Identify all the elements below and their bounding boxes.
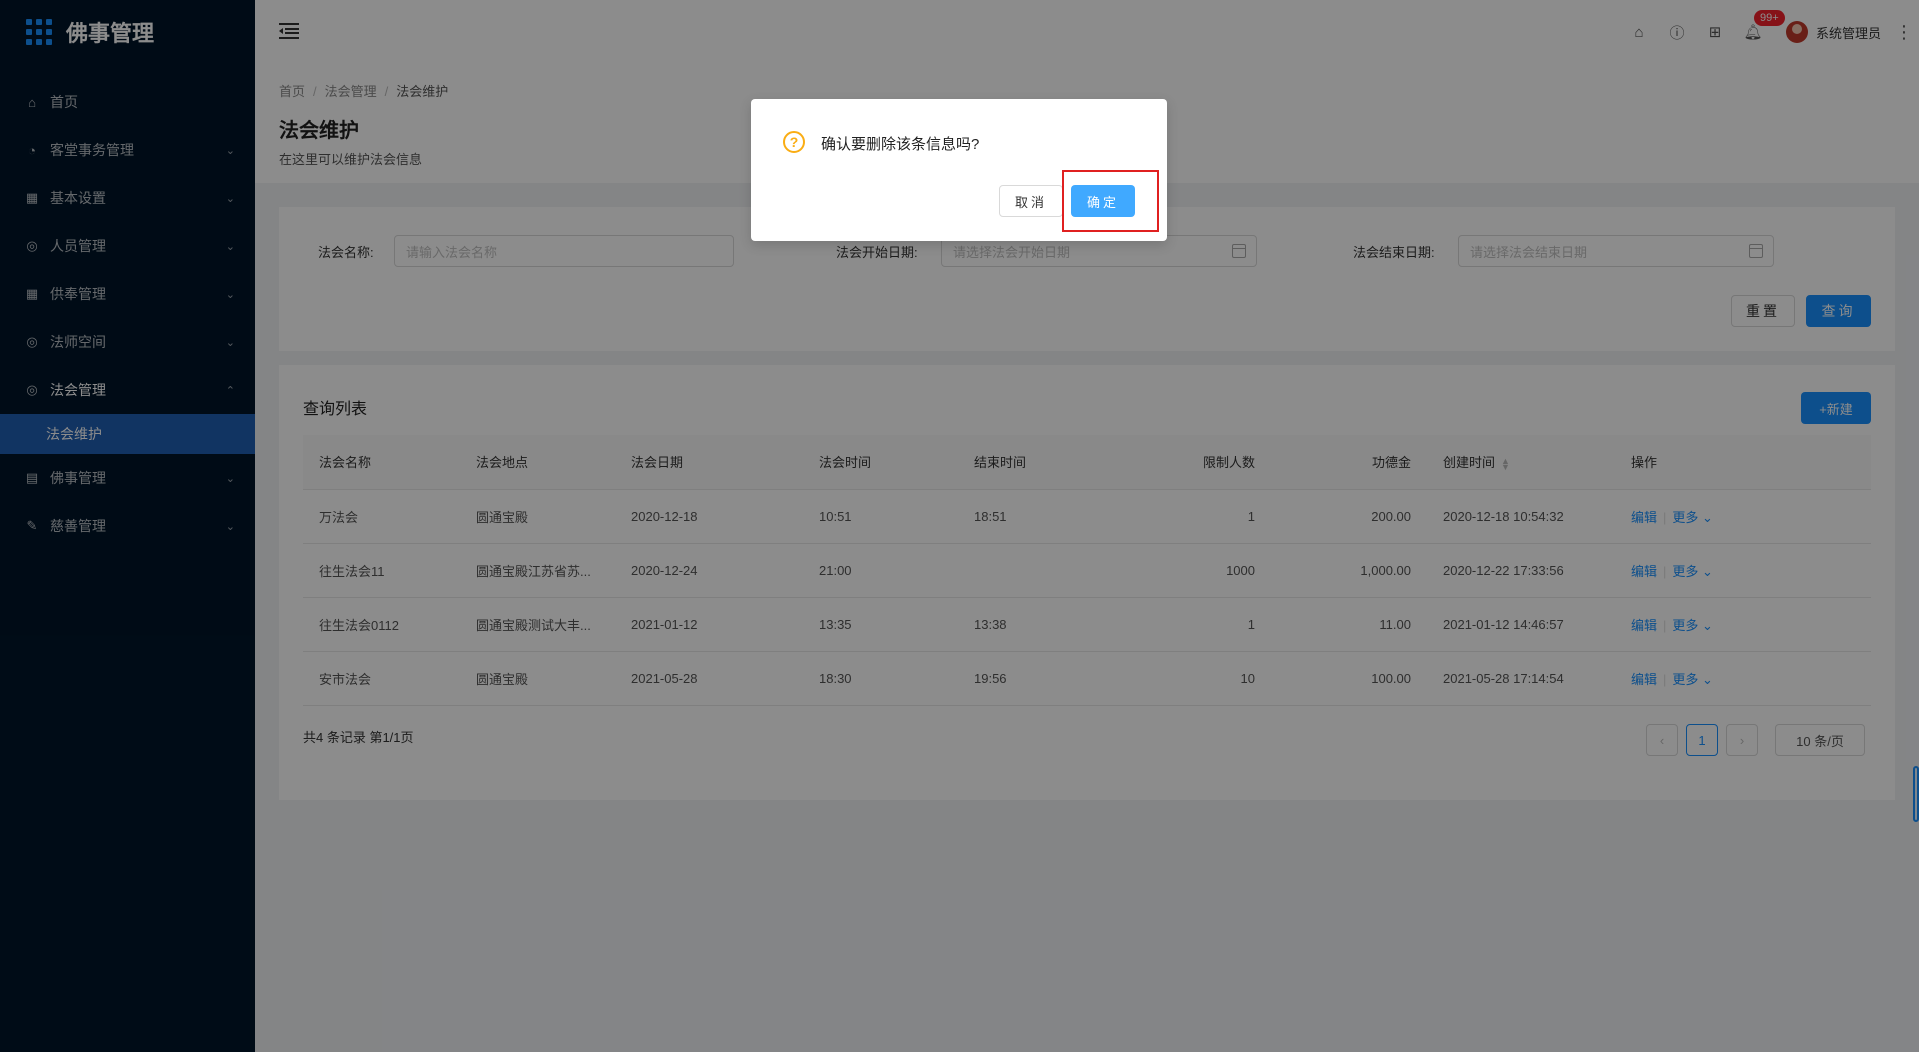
question-icon: ?: [783, 131, 805, 153]
confirm-message: 确认要删除该条信息吗?: [821, 136, 980, 153]
highlight-box: [1062, 170, 1159, 232]
cancel-button[interactable]: 取消: [999, 185, 1063, 217]
